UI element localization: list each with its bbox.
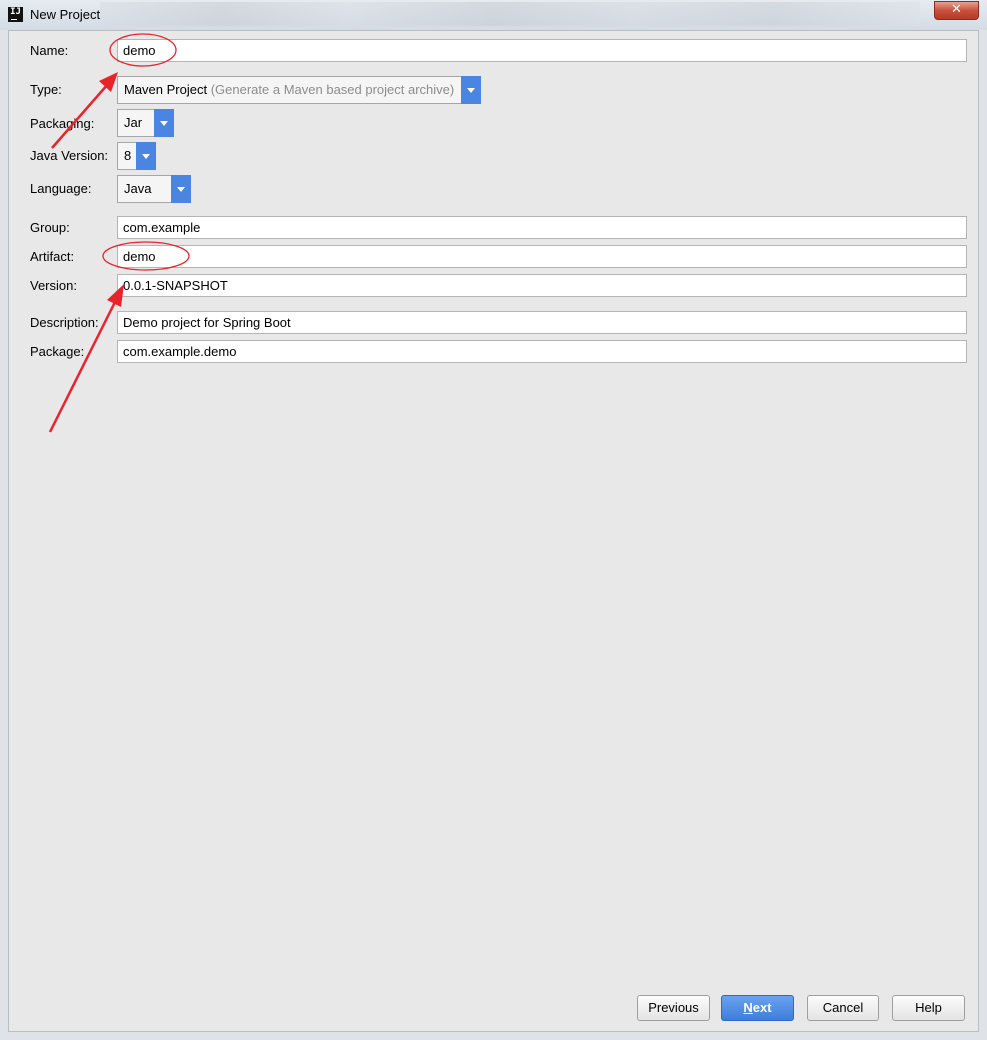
close-icon: ✕: [951, 2, 962, 17]
type-label: Type:: [30, 82, 62, 97]
version-label: Version:: [30, 278, 77, 293]
java-version-value: 8: [124, 148, 132, 163]
chevron-down-icon[interactable]: [171, 175, 191, 203]
version-field[interactable]: 0.0.1-SNAPSHOT: [117, 274, 967, 297]
new-project-dialog: IJ New Project ✕ Name: demo Type: Maven …: [0, 0, 987, 1040]
close-button[interactable]: ✕: [934, 1, 979, 20]
cancel-button[interactable]: Cancel: [807, 995, 879, 1021]
group-label: Group:: [30, 220, 70, 235]
chevron-down-icon[interactable]: [136, 142, 156, 170]
chevron-down-icon[interactable]: [461, 76, 481, 104]
name-field[interactable]: demo: [117, 39, 967, 62]
artifact-field[interactable]: demo: [117, 245, 967, 268]
package-field[interactable]: com.example.demo: [117, 340, 967, 363]
artifact-label: Artifact:: [30, 249, 75, 264]
window-title: New Project: [30, 7, 101, 22]
language-dropdown[interactable]: Java: [117, 175, 191, 203]
name-label: Name:: [30, 43, 69, 58]
packaging-value: Jar: [124, 115, 143, 130]
language-value: Java: [124, 181, 152, 196]
type-hint: (Generate a Maven based project archive): [210, 82, 455, 97]
packaging-dropdown[interactable]: Jar: [117, 109, 174, 137]
type-dropdown[interactable]: Maven Project (Generate a Maven based pr…: [117, 76, 481, 104]
packaging-label: Packaging:: [30, 116, 95, 131]
java-version-dropdown[interactable]: 8: [117, 142, 156, 170]
type-value: Maven Project: [124, 82, 208, 97]
description-field[interactable]: Demo project for Spring Boot: [117, 311, 967, 334]
blurred-background: [100, 2, 920, 26]
next-button[interactable]: Next: [721, 995, 794, 1021]
description-label: Description:: [30, 315, 99, 330]
intellij-icon: IJ: [8, 7, 23, 22]
next-accelerator: N: [743, 1000, 753, 1015]
group-field[interactable]: com.example: [117, 216, 967, 239]
package-label: Package:: [30, 344, 85, 359]
java-version-label: Java Version:: [30, 148, 109, 163]
language-label: Language:: [30, 181, 92, 196]
chevron-down-icon[interactable]: [154, 109, 174, 137]
title-bar[interactable]: IJ New Project ✕: [0, 0, 987, 30]
help-button[interactable]: Help: [892, 995, 965, 1021]
next-label-rest: ext: [752, 1000, 772, 1015]
previous-button[interactable]: Previous: [637, 995, 710, 1021]
